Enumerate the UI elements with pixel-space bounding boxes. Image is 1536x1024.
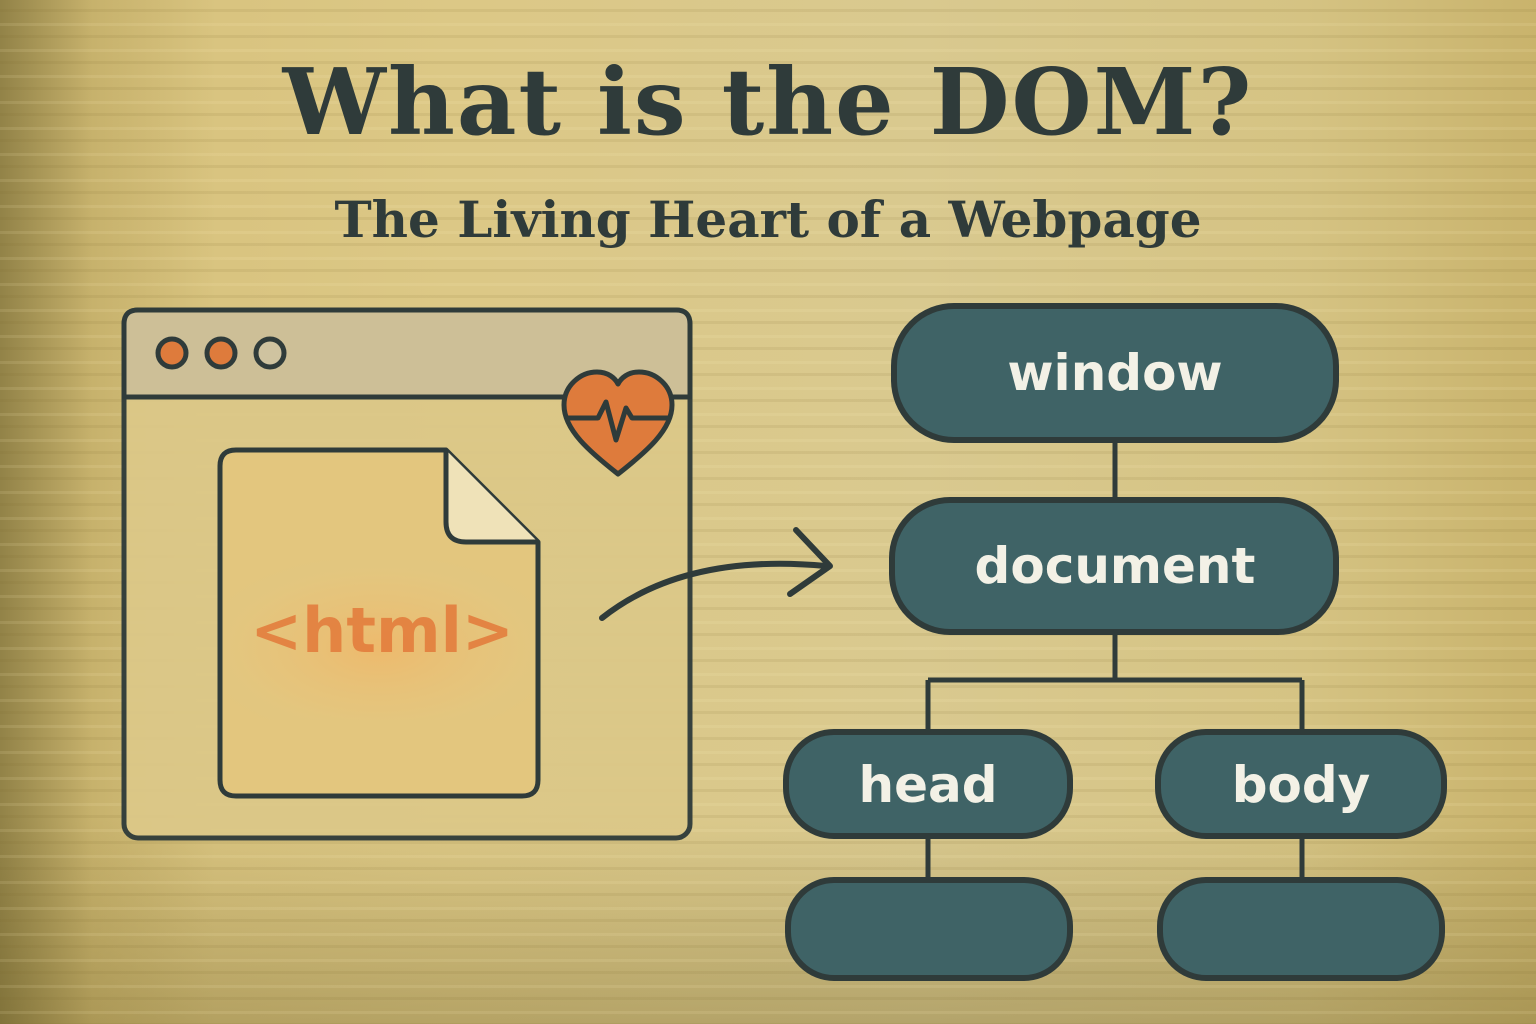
tree-node-document-label: document <box>975 537 1256 595</box>
tree-node-body-child[interactable] <box>1157 877 1445 981</box>
window-button-close[interactable] <box>155 336 189 370</box>
tree-node-body[interactable]: body <box>1155 729 1447 839</box>
html-file-icon: <html> <box>217 447 541 799</box>
html-tag-label: <html> <box>250 594 514 667</box>
dom-diagram: <html> window document head body <box>121 303 1447 981</box>
tree-node-head-label: head <box>858 756 997 814</box>
window-button-maximize[interactable] <box>253 336 287 370</box>
tree-node-window-label: window <box>1007 344 1222 402</box>
tree-node-window[interactable]: window <box>891 303 1339 443</box>
tree-node-head[interactable]: head <box>783 729 1073 839</box>
window-button-minimize[interactable] <box>204 336 238 370</box>
tree-node-head-child[interactable] <box>785 877 1073 981</box>
tree-node-body-label: body <box>1232 756 1371 814</box>
tree-node-document[interactable]: document <box>889 497 1339 635</box>
